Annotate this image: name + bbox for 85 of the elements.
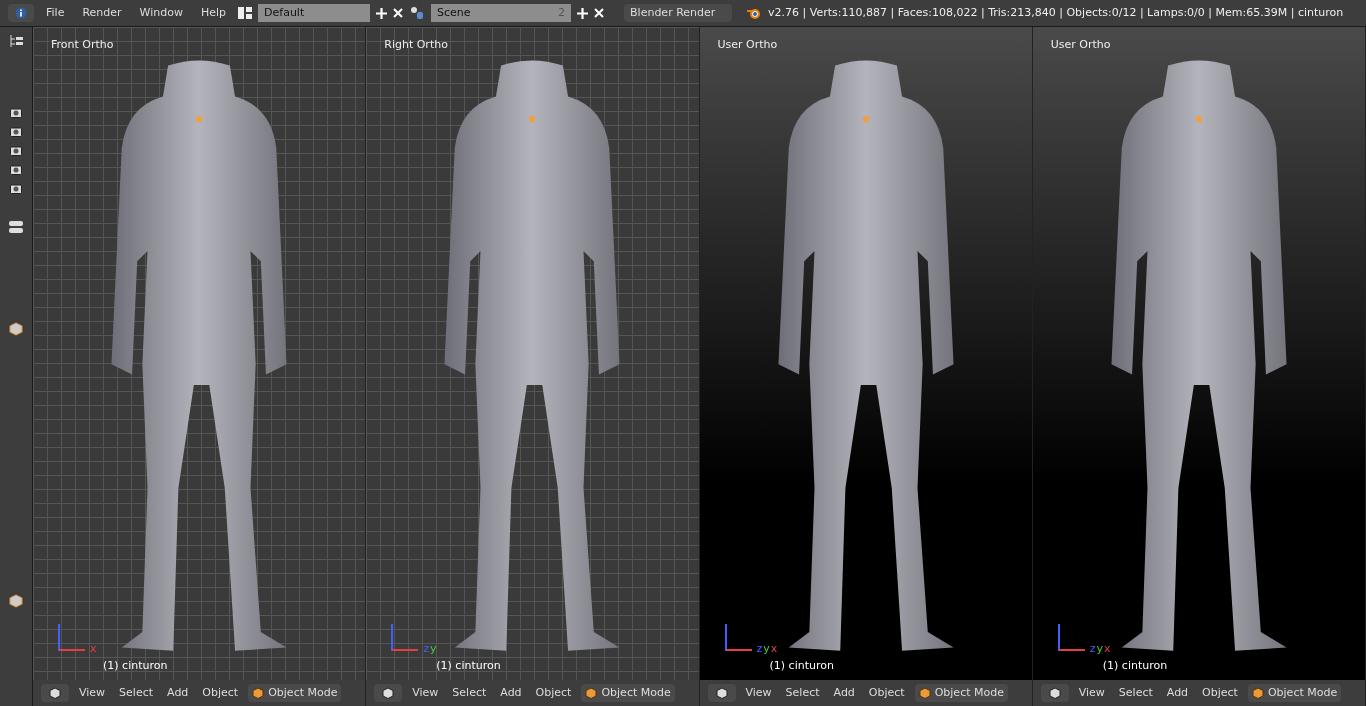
object-label: (1) cinturon (103, 657, 168, 674)
info-button[interactable] (8, 4, 34, 22)
remove-layout-button[interactable] (393, 8, 404, 18)
mode-selector[interactable]: Object Mode (1247, 684, 1342, 702)
scene-user-count: 2 (558, 4, 566, 21)
header-menu[interactable]: Add (496, 684, 526, 702)
header-menu[interactable]: View (75, 684, 110, 702)
object-mode-icon (1251, 687, 1264, 699)
camera-icon[interactable] (10, 107, 22, 118)
object-label: (1) cinturon (436, 657, 501, 674)
viewport-title: Front Ortho (51, 37, 114, 53)
object-icon[interactable] (9, 594, 23, 608)
header-menu[interactable]: Select (115, 684, 158, 702)
close-icon (594, 8, 605, 18)
axis-label: y (1096, 643, 1104, 654)
outliner-icon[interactable] (8, 33, 24, 49)
plus-icon (577, 7, 589, 19)
viewport-title: User Ortho (717, 37, 778, 53)
camera-icon[interactable] (10, 183, 22, 194)
axis-label: z (1089, 643, 1096, 654)
viewport-shading-button[interactable] (41, 684, 69, 702)
info-icon (15, 7, 27, 19)
header-menu[interactable]: View (408, 684, 443, 702)
scene-name: Scene (437, 4, 471, 21)
menu-item[interactable]: Help (194, 4, 233, 22)
plus-icon (376, 7, 388, 19)
viewport-panel[interactable]: Right Ortho zy (1) cinturon (366, 27, 699, 680)
object-mode-icon (918, 687, 931, 699)
header-menu[interactable]: Select (781, 684, 824, 702)
mode-selector[interactable]: Object Mode (581, 684, 675, 702)
cube-icon (382, 687, 395, 699)
header-menu[interactable]: View (741, 684, 776, 702)
add-scene-button[interactable] (577, 7, 589, 19)
axis-label: z (423, 643, 430, 654)
close-icon (393, 8, 404, 18)
header-menu[interactable]: Object (1198, 684, 1242, 702)
menu-item[interactable]: File (40, 4, 71, 22)
screen-layout-icon (238, 7, 253, 19)
mode-selector[interactable]: Object Mode (914, 684, 1008, 702)
header-menu[interactable]: Select (1114, 684, 1157, 702)
viewport-shading-button[interactable] (374, 684, 403, 702)
object-mode-icon (585, 687, 598, 699)
app-logo-icon (746, 6, 763, 20)
camera-icon[interactable] (10, 126, 22, 137)
header-menu[interactable]: Object (864, 684, 909, 702)
object-mode-icon (252, 687, 265, 699)
header-menu[interactable]: View (1074, 684, 1109, 702)
viewport-title: Right Ortho (384, 37, 448, 53)
viewport-shading-button[interactable] (1040, 684, 1069, 702)
object-label: (1) cinturon (1102, 657, 1168, 674)
layout-field[interactable]: Default (258, 4, 371, 22)
object-icon[interactable] (9, 322, 23, 336)
viewport-panel[interactable]: User Ortho zyx (1) cinturon (1032, 27, 1365, 680)
viewport-panel[interactable]: Front Ortho x (1) cinturon (33, 27, 366, 680)
mode-selector[interactable]: Object Mode (248, 684, 342, 702)
axis-label: z (756, 643, 763, 654)
header-menu[interactable]: Add (1162, 684, 1193, 702)
cube-icon (49, 687, 61, 699)
axis-label: x (1104, 643, 1111, 654)
axis-label: x (90, 643, 97, 654)
cube-icon (715, 687, 728, 699)
properties-icon[interactable] (8, 220, 24, 234)
viewport-shading-button[interactable] (707, 684, 736, 702)
scene-field[interactable]: Scene 2 (431, 4, 572, 22)
add-layout-button[interactable] (376, 7, 388, 19)
viewport-title: User Ortho (1050, 37, 1111, 53)
viewport-panel[interactable]: User Ortho zyx (1) cinturon (699, 27, 1032, 680)
header-menu[interactable]: Object (531, 684, 576, 702)
camera-icon[interactable] (10, 145, 22, 156)
axis-label: x (770, 643, 778, 654)
scene-statistics: v2.76 | Verts:110,887 | Faces:108,022 | Tris:213,840 | Objects:0/12 | Lamps:0/0 | Mem:65.39M | cinturon (768, 4, 1344, 21)
object-label: (1) cinturon (769, 657, 834, 674)
menu-item[interactable]: Window (133, 4, 189, 22)
render-engine-dropdown[interactable]: Blender Render (624, 4, 733, 22)
camera-icon[interactable] (10, 164, 22, 175)
axis-label: y (763, 643, 770, 654)
axis-label: y (430, 643, 437, 654)
header-menu[interactable]: Add (163, 684, 193, 702)
cube-icon (1048, 687, 1061, 699)
header-menu[interactable]: Select (448, 684, 491, 702)
menu-item[interactable]: Render (76, 4, 128, 22)
header-menu[interactable]: Object (198, 684, 243, 702)
scene-icon (409, 6, 426, 20)
header-menu[interactable]: Add (829, 684, 859, 702)
remove-scene-button[interactable] (594, 8, 605, 18)
